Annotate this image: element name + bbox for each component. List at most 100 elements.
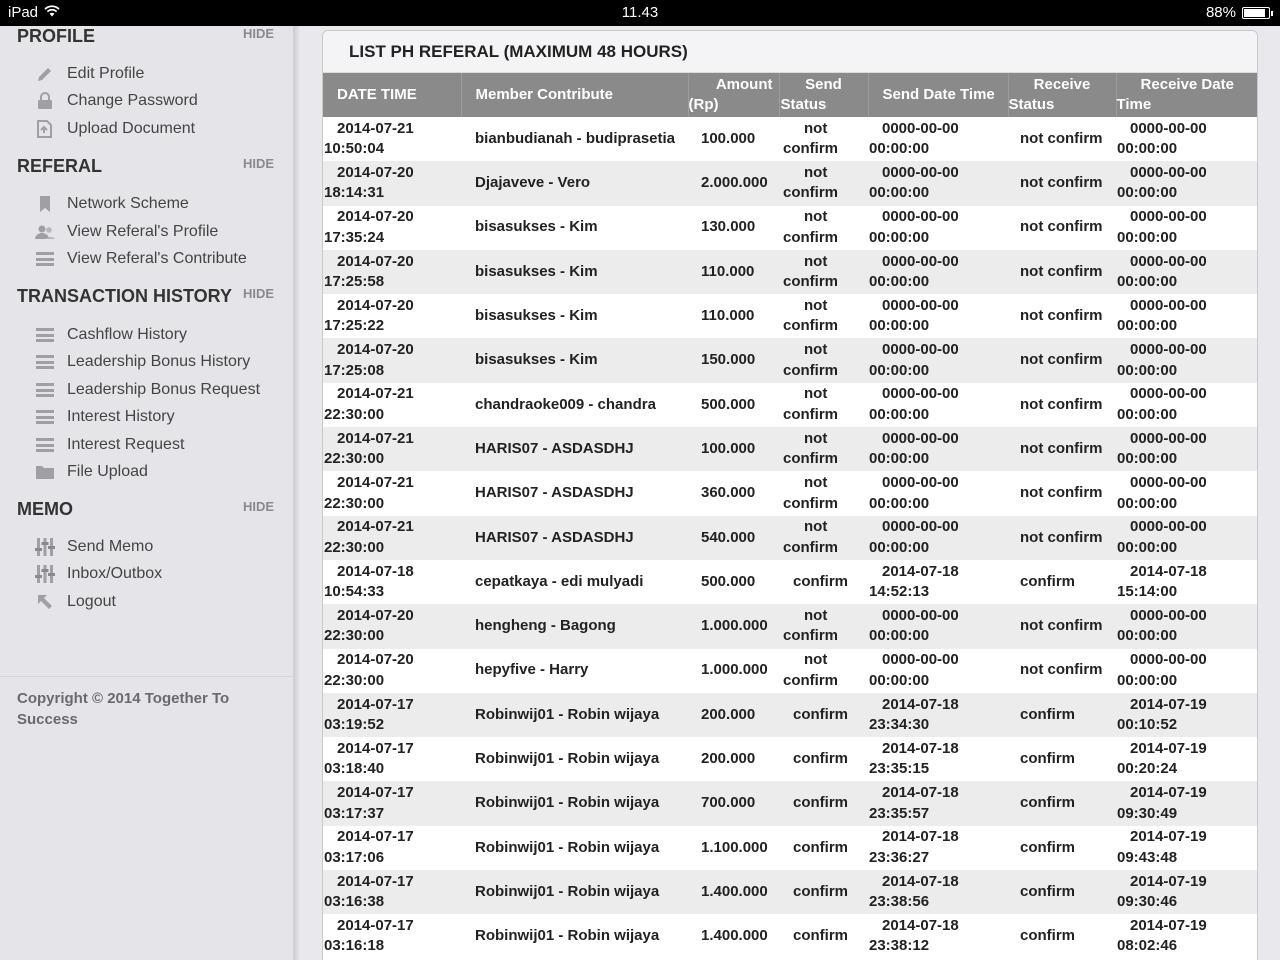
cell-amount: 150.000 <box>688 338 779 383</box>
cell-date-time: 2014-07-21 22:30:00 <box>323 515 461 560</box>
col-header-amount[interactable]: Amount (Rp) <box>688 73 780 117</box>
cell-receive-date-time: 2014-07-19 08:02:46 <box>1116 914 1257 959</box>
upload-document-icon <box>35 119 55 139</box>
menu-item-view-referal-profile[interactable]: View Referal's Profile <box>35 221 218 243</box>
receive-time: 00:00:00 <box>1117 317 1178 335</box>
cell-receive-status: confirm <box>1008 781 1116 826</box>
cell-member: bisasukses - Kim <box>461 205 688 250</box>
receive-date: 2014-07-18 <box>1130 562 1207 580</box>
send-date: 0000-00-00 <box>882 119 959 137</box>
cell-send-status: confirm <box>779 825 868 871</box>
table-row[interactable]: 2014-07-20 18:14:31 Djajaveve - Vero 2.000.… <box>323 161 1257 206</box>
col-header-receive-status[interactable]: Receive Status <box>1008 73 1117 117</box>
cell-send-status: confirm <box>779 692 868 738</box>
time: 17:35:24 <box>324 228 385 246</box>
menu-item-upload-document[interactable]: Upload Document <box>35 118 195 140</box>
hide-toggle-memo[interactable]: HIDE <box>243 499 274 514</box>
table-row[interactable]: 2014-07-21 22:30:00 HARIS07 - ASDASDHJ 100.… <box>323 427 1257 472</box>
cell-send-status: not confirm <box>779 161 868 206</box>
hide-toggle-transaction-history[interactable]: HIDE <box>243 286 274 301</box>
cell-send-status: not confirm <box>779 648 868 693</box>
receive-status: not confirm <box>1020 351 1103 369</box>
hide-toggle-referal[interactable]: HIDE <box>243 156 274 171</box>
cell-receive-date-time: 0000-00-00 00:00:00 <box>1116 161 1257 206</box>
receive-date: 2014-07-19 <box>1130 872 1207 890</box>
send-time: 23:38:56 <box>869 893 930 911</box>
table-row[interactable]: 2014-07-21 22:30:00 HARIS07 - ASDASDHJ 540.… <box>323 515 1257 560</box>
menu-item-view-referal-contribute[interactable]: View Referal's Contribute <box>35 248 247 270</box>
menu-label: View Referal's Profile <box>67 223 219 240</box>
table-row[interactable]: 2014-07-17 03:16:18 Robinwij01 - Robin wij… <box>323 914 1257 959</box>
table-row[interactable]: 2014-07-17 03:17:06 Robinwij01 - Robin wij… <box>323 825 1257 871</box>
table-row[interactable]: 2014-07-20 22:30:00 hengheng - Bagong 1.000… <box>323 604 1257 649</box>
menu-item-inbox-outbox[interactable]: Inbox/Outbox <box>35 563 162 585</box>
table-row[interactable]: 2014-07-21 22:30:00 HARIS07 - ASDASDHJ 360.… <box>323 471 1257 516</box>
panel-title: LIST PH REFERAL (MAXIMUM 48 HOURS) <box>349 42 688 61</box>
menu-item-cashflow-history[interactable]: Cashflow History <box>35 324 187 346</box>
cell-date-time: 2014-07-21 22:30:00 <box>323 382 461 428</box>
cell-receive-status: confirm <box>1008 914 1116 959</box>
hide-toggle-profile[interactable]: HIDE <box>243 26 274 41</box>
cell-send-date-time: 0000-00-00 00:00:00 <box>868 604 1008 649</box>
time: 18:14:31 <box>324 184 385 202</box>
col-header-receive-date-time[interactable]: Receive Date Time <box>1116 73 1257 117</box>
time: 17:25:08 <box>324 361 385 379</box>
menu-label: Logout <box>67 593 116 610</box>
cell-date-time: 2014-07-21 10:50:04 <box>323 117 461 162</box>
receive-status: not confirm <box>1020 262 1103 280</box>
col-header-date-time[interactable]: DATE TIME <box>323 73 462 117</box>
send-date: 2014-07-18 <box>882 739 959 757</box>
table-row[interactable]: 2014-07-20 17:25:08 bisasukses - Kim 150.00… <box>323 338 1257 383</box>
time: 22:30:00 <box>324 450 385 468</box>
menu-item-interest-history[interactable]: Interest History <box>35 406 175 428</box>
col-header-send-date-time[interactable]: Send Date Time <box>868 73 1009 117</box>
cell-receive-date-time: 0000-00-00 00:00:00 <box>1116 471 1257 516</box>
send-date: 2014-07-18 <box>882 562 959 580</box>
menu-item-interest-request[interactable]: Interest Request <box>35 434 184 456</box>
cell-date-time: 2014-07-21 22:30:00 <box>323 471 461 516</box>
table-row[interactable]: 2014-07-21 10:50:04 bianbudianah - budipra… <box>323 117 1257 162</box>
menu-item-file-upload[interactable]: File Upload <box>35 461 148 483</box>
cell-receive-date-time: 2014-07-19 00:10:52 <box>1116 692 1257 738</box>
cell-amount: 110.000 <box>688 294 779 339</box>
table-row[interactable]: 2014-07-20 17:25:58 bisasukses - Kim 110.00… <box>323 249 1257 295</box>
cell-member: bisasukses - Kim <box>461 294 688 339</box>
date: 2014-07-20 <box>337 252 414 270</box>
date: 2014-07-21 <box>337 119 414 137</box>
col-header-member-contribute[interactable]: Member Contribute <box>461 73 689 117</box>
send-time: 00:00:00 <box>869 273 930 291</box>
cell-send-status: not confirm <box>779 338 868 383</box>
menu-item-edit-profile[interactable]: Edit Profile <box>35 63 144 85</box>
menu-item-change-password[interactable]: Change Password <box>35 90 198 112</box>
cell-amount: 2.000.000 <box>688 161 779 206</box>
table-row[interactable]: 2014-07-20 17:35:24 bisasukses - Kim 130.00… <box>323 205 1257 250</box>
col-header-send-status[interactable]: Send Status <box>779 73 869 117</box>
time: 03:16:38 <box>324 893 385 911</box>
table-row[interactable]: 2014-07-18 10:54:33 cepatkaya - edi mulyad… <box>323 559 1257 605</box>
send-status-line1: not <box>804 518 828 536</box>
menu-item-leadership-bonus-history[interactable]: Leadership Bonus History <box>35 351 250 373</box>
menu-item-logout[interactable]: Logout <box>35 591 116 613</box>
time: 03:17:37 <box>324 804 385 822</box>
menu-item-leadership-bonus-request[interactable]: Leadership Bonus Request <box>35 379 260 401</box>
table-row[interactable]: 2014-07-20 17:25:22 bisasukses - Kim 110.00… <box>323 294 1257 339</box>
menu-item-network-scheme[interactable]: Network Scheme <box>35 193 189 215</box>
cell-send-date-time: 0000-00-00 00:00:00 <box>868 161 1008 206</box>
section-header-referal: REFERAL HIDE <box>17 156 277 180</box>
receive-status: confirm <box>1020 794 1076 812</box>
table-row[interactable]: 2014-07-17 03:19:52 Robinwij01 - Robin wij… <box>323 692 1257 738</box>
cell-receive-date-time: 0000-00-00 00:00:00 <box>1116 249 1257 295</box>
menu-label: Edit Profile <box>67 65 145 82</box>
time: 10:50:04 <box>324 140 385 158</box>
table-row[interactable]: 2014-07-21 22:30:00 chandraoke009 - chandr… <box>323 382 1257 428</box>
menu-item-send-memo[interactable]: Send Memo <box>35 536 153 558</box>
table-body: 2014-07-21 10:50:04 bianbudianah - budipra… <box>323 117 1257 959</box>
table-row[interactable]: 2014-07-20 22:30:00 hepyfive - Harry 1.000.… <box>323 648 1257 693</box>
table-row[interactable]: 2014-07-17 03:18:40 Robinwij01 - Robin wij… <box>323 737 1257 782</box>
table-row[interactable]: 2014-07-17 03:16:38 Robinwij01 - Robin wij… <box>323 870 1257 915</box>
time: 03:19:52 <box>324 716 385 733</box>
cell-receive-status: confirm <box>1008 825 1116 871</box>
cell-send-status: not confirm <box>779 515 868 560</box>
section-header-profile: PROFILE HIDE <box>17 26 277 50</box>
table-row[interactable]: 2014-07-17 03:17:37 Robinwij01 - Robin wij… <box>323 781 1257 826</box>
